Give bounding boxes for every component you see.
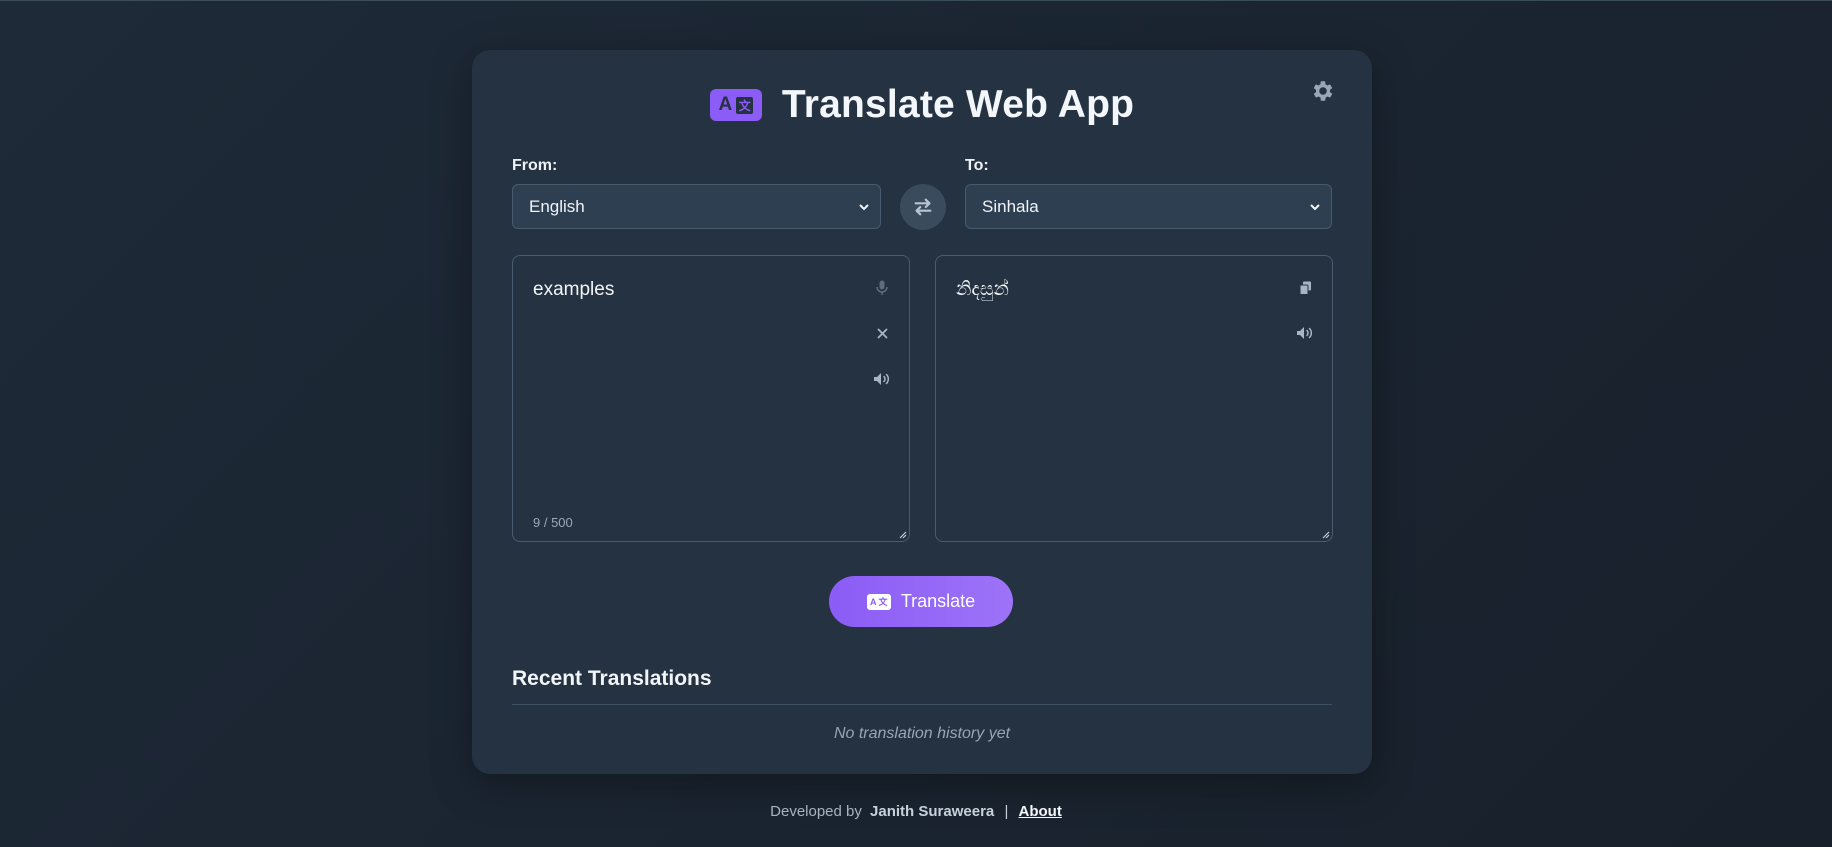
translate-button-label: Translate <box>900 591 976 611</box>
footer-author: Janith Suraweera <box>870 803 995 820</box>
microphone-icon[interactable] <box>870 276 894 300</box>
resize-handle-icon[interactable] <box>898 530 907 539</box>
to-language-select[interactable]: Sinhala <box>965 184 1332 229</box>
from-language-value: English <box>529 196 585 216</box>
footer: Developed by Janith Suraweera | About <box>0 803 1832 820</box>
source-text-area[interactable]: examples 9 / 500 <box>512 255 910 542</box>
to-language-value: Sinhala <box>982 196 1039 216</box>
from-label: From: <box>512 157 558 174</box>
translate-icon: A文 <box>866 593 891 610</box>
recent-translations-heading: Recent Translations <box>512 667 712 690</box>
app-header: A文 Translate Web App <box>472 82 1372 128</box>
empty-history-message: No translation history yet <box>833 725 1011 742</box>
swap-arrows-icon <box>914 198 932 216</box>
source-text[interactable]: examples <box>533 279 614 301</box>
output-text-area[interactable]: නිදසුන් <box>935 255 1333 542</box>
translate-icon: A文 <box>709 89 762 121</box>
footer-prefix: Developed by <box>770 803 862 820</box>
translator-card: A文 Translate Web App From: English To: S… <box>472 50 1372 774</box>
about-link[interactable]: About <box>1019 803 1062 820</box>
divider <box>512 704 1332 705</box>
translated-text: නිදසුන් <box>956 279 1009 300</box>
close-icon[interactable] <box>870 321 894 345</box>
resize-handle-icon[interactable] <box>1321 530 1330 539</box>
to-label: To: <box>965 157 989 174</box>
gear-icon[interactable] <box>1310 78 1336 104</box>
footer-separator: | <box>1004 803 1009 820</box>
chevron-down-icon <box>1310 203 1320 210</box>
speaker-icon[interactable] <box>870 367 894 391</box>
from-language-select[interactable]: English <box>512 184 881 229</box>
swap-languages-button[interactable] <box>900 184 946 230</box>
speaker-icon[interactable] <box>1293 321 1317 345</box>
page-title: Translate Web App <box>781 83 1135 126</box>
character-counter: 9 / 500 <box>533 515 573 530</box>
translate-button[interactable]: A文 Translate <box>829 576 1013 627</box>
chevron-down-icon <box>859 203 869 210</box>
copy-icon[interactable] <box>1293 276 1317 300</box>
